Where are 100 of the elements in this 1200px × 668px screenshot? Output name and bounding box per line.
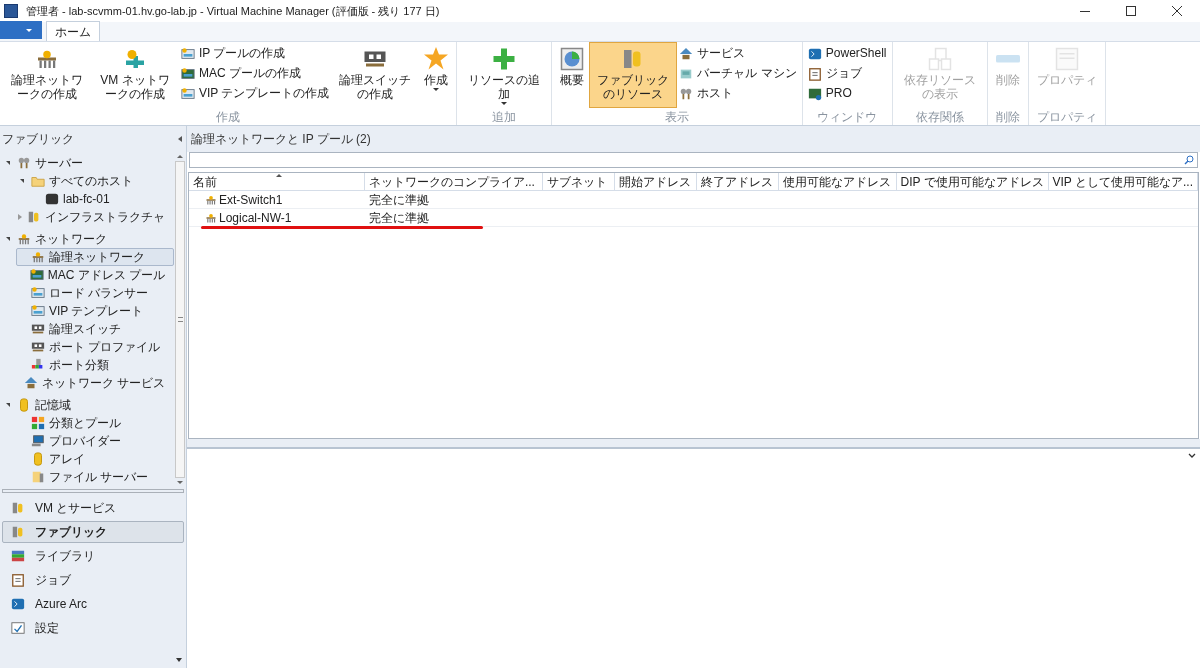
ribbon-button[interactable]: MAC プールの作成 (179, 65, 332, 82)
terminal-icon (11, 597, 25, 611)
service-icon (23, 376, 38, 390)
tree-item[interactable]: ポート分類 (16, 356, 174, 374)
ribbon-button[interactable]: ジョブ (805, 65, 889, 82)
ribbon-button[interactable]: PRO (805, 85, 889, 102)
tree-item[interactable]: ネットワーク サービス (16, 374, 174, 392)
plus-icon (492, 47, 517, 71)
nav-item[interactable]: Azure Arc (2, 593, 184, 615)
tree-item[interactable]: すべてのホスト (16, 172, 174, 190)
tree-item[interactable]: 分類とプール (16, 414, 174, 432)
tree-item[interactable]: プロバイダー (16, 432, 174, 450)
tree-item[interactable]: サーバー (2, 154, 174, 172)
bar-icon (995, 55, 1020, 63)
group-label: 削除 (995, 109, 1020, 126)
tree-item[interactable]: 論理スイッチ (16, 320, 174, 338)
chevron-down-icon[interactable] (1188, 453, 1196, 459)
column-header[interactable]: 終了アドレス (696, 173, 779, 190)
group-label: 表示 (665, 109, 690, 126)
tree-item-label: 分類とプール (49, 415, 121, 432)
tree-item[interactable]: MAC アドレス プール (16, 266, 174, 284)
nav-item[interactable]: ジョブ (2, 569, 184, 591)
expanded-icon[interactable] (6, 237, 10, 241)
ribbon-button[interactable]: サービス (677, 45, 799, 62)
column-header[interactable]: 開始アドレス (614, 173, 697, 190)
tree-item-label: ネットワーク (35, 231, 107, 248)
tree-item-label: ファイル サーバー (49, 469, 149, 486)
tree-item[interactable]: ロード バランサー (16, 284, 174, 302)
ribbon-tab[interactable]: ホーム (46, 21, 100, 41)
column-header[interactable]: サブネット (542, 173, 615, 190)
ribbon-button[interactable]: IP プールの作成 (179, 45, 332, 62)
tree-item-label: ネットワーク サービス (41, 375, 165, 392)
scrollbar[interactable] (174, 152, 186, 487)
tree-item-label: MAC アドレス プール (47, 267, 165, 284)
group-label: 追加 (492, 109, 517, 126)
tree-item-label: サーバー (35, 155, 83, 172)
tree-item[interactable]: 論理ネットワーク (16, 248, 174, 266)
tree-item[interactable]: インフラストラクチャ (16, 208, 174, 226)
tree-item-label: ポート分類 (49, 357, 109, 374)
nav-item[interactable]: ファブリック (2, 521, 184, 543)
collapse-icon[interactable] (178, 136, 182, 142)
ribbon-button[interactable]: リソースの追加 (460, 42, 549, 108)
column-header[interactable]: ネットワークのコンプライア... (364, 173, 543, 190)
scrollbar-thumb[interactable] (175, 161, 185, 478)
terminal-icon (807, 46, 822, 61)
table-row[interactable]: Logical-NW-1 完全に準拠 (189, 209, 1198, 227)
scroll-down-icon[interactable] (176, 658, 182, 662)
window-icon (1054, 47, 1079, 71)
ribbon-button[interactable]: ファブリックのリソース (589, 42, 678, 108)
table-cell-text: 完全に準拠 (369, 191, 429, 209)
ribbon-button[interactable]: PowerShell (805, 45, 889, 62)
ribbon-button[interactable]: バーチャル マシン (677, 65, 799, 82)
table-cell-text: Ext-Switch1 (219, 191, 283, 209)
monitor-icon (807, 86, 822, 101)
tiles-icon (31, 416, 45, 430)
switch-icon (31, 322, 45, 336)
network-icon (17, 232, 31, 246)
search-field[interactable] (189, 152, 1198, 168)
nav-item[interactable]: ライブラリ (2, 545, 184, 567)
host-icon (679, 86, 694, 101)
sidebar-title: ファブリック (2, 131, 74, 148)
ribbon-button[interactable]: 論理ネットワークの作成 (3, 42, 91, 108)
expanded-icon[interactable] (6, 161, 10, 165)
folder-icon (31, 174, 45, 188)
expanded-icon[interactable] (20, 179, 24, 183)
column-header[interactable]: DIP で使用可能なアドレス (896, 173, 1049, 190)
tree-item-label: インフラストラクチャ (45, 209, 165, 226)
column-header[interactable]: 使用可能なアドレス (778, 173, 897, 190)
column-header[interactable]: VIP として使用可能なア... (1048, 173, 1198, 190)
ribbon-button[interactable]: VM ネットワークの作成 (91, 42, 179, 108)
clipboard-icon (11, 573, 25, 587)
tree-item-label: アレイ (49, 451, 85, 468)
app-icon (4, 4, 18, 18)
ribbon-button[interactable]: 概要 (555, 42, 590, 108)
table-row[interactable]: Ext-Switch1 完全に準拠 (189, 191, 1198, 209)
ribbon-button[interactable]: 論理スイッチの作成 (331, 42, 420, 108)
checkbox-icon (11, 621, 25, 635)
tree-item[interactable]: ポート プロファイル (16, 338, 174, 356)
window-title: 管理者 - lab-scvmm-01.hv.go-lab.jp - Virtual Machine Manager (評価版 - 残り 177 日) (26, 3, 440, 19)
search-icon (1184, 155, 1194, 165)
ribbon-button[interactable]: ホスト (677, 85, 799, 102)
column-header[interactable]: 名前 (189, 173, 365, 190)
tree-item[interactable]: 記憶域 (2, 396, 174, 414)
expanded-icon[interactable] (6, 403, 10, 407)
documents-icon (927, 47, 952, 71)
ribbon-button[interactable]: 作成 (419, 42, 454, 108)
tree-item[interactable]: ネットワーク (2, 230, 174, 248)
network-icon (31, 250, 45, 264)
nav-item[interactable]: VM とサービス (2, 497, 184, 519)
tree-item[interactable]: VIP テンプレート (16, 302, 174, 320)
tree-item-label: lab-fc-01 (63, 191, 110, 208)
ribbon-button[interactable]: VIP テンプレートの作成 (179, 85, 332, 102)
tree-item[interactable]: ファイル サーバー (16, 468, 174, 486)
nav-item[interactable]: 設定 (2, 617, 184, 639)
star-icon (424, 47, 449, 71)
tree-item[interactable]: アレイ (16, 450, 174, 468)
group-label: ウィンドウ (817, 109, 878, 126)
clipboard-icon (807, 66, 822, 81)
tree-item[interactable]: lab-fc-01 (30, 190, 174, 208)
switch-icon (31, 340, 45, 354)
